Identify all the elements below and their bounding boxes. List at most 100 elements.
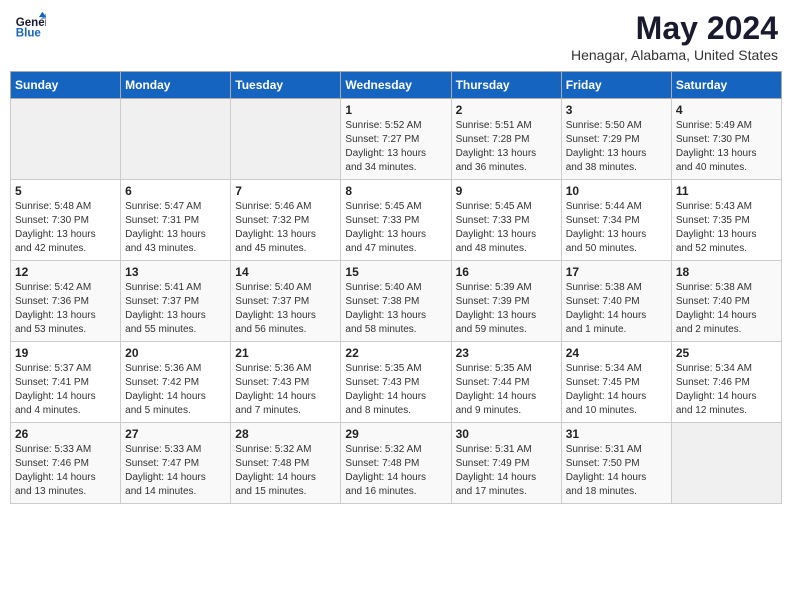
calendar-cell: 14Sunrise: 5:40 AM Sunset: 7:37 PM Dayli…: [231, 261, 341, 342]
day-info: Sunrise: 5:35 AM Sunset: 7:43 PM Dayligh…: [345, 362, 446, 418]
calendar-cell: 30Sunrise: 5:31 AM Sunset: 7:49 PM Dayli…: [451, 423, 561, 504]
calendar-header-row: SundayMondayTuesdayWednesdayThursdayFrid…: [11, 72, 782, 99]
weekday-header: Friday: [561, 72, 671, 99]
title-block: May 2024 Henagar, Alabama, United States: [571, 10, 778, 63]
calendar-cell: 26Sunrise: 5:33 AM Sunset: 7:46 PM Dayli…: [11, 423, 121, 504]
day-number: 23: [456, 346, 557, 360]
day-info: Sunrise: 5:42 AM Sunset: 7:36 PM Dayligh…: [15, 281, 116, 337]
calendar-cell: [11, 99, 121, 180]
calendar-cell: 7 Sunrise: 5:46 AM Sunset: 7:32 PM Daylig…: [231, 180, 341, 261]
day-info: Sunrise: 5:45 AM Sunset: 7:33 PM Dayligh…: [345, 200, 446, 256]
weekday-header: Wednesday: [341, 72, 451, 99]
day-number: 3: [566, 103, 667, 117]
calendar-cell: 16 Sunrise: 5:39 AM Sunset: 7:39 PM Dayli…: [451, 261, 561, 342]
calendar-cell: 11Sunrise: 5:43 AM Sunset: 7:35 PM Dayli…: [671, 180, 781, 261]
weekday-header: Saturday: [671, 72, 781, 99]
calendar-cell: 8 Sunrise: 5:45 AM Sunset: 7:33 PM Daylig…: [341, 180, 451, 261]
day-number: 1: [345, 103, 446, 117]
day-info: Sunrise: 5:49 AM Sunset: 7:30 PM Dayligh…: [676, 119, 777, 175]
day-info: Sunrise: 5:41 AM Sunset: 7:37 PM Dayligh…: [125, 281, 226, 337]
day-info: Sunrise: 5:36 AM Sunset: 7:42 PM Dayligh…: [125, 362, 226, 418]
day-info: Sunrise: 5:48 AM Sunset: 7:30 PM Dayligh…: [15, 200, 116, 256]
day-number: 16: [456, 265, 557, 279]
calendar-week-row: 26Sunrise: 5:33 AM Sunset: 7:46 PM Dayli…: [11, 423, 782, 504]
calendar-cell: 27 Sunrise: 5:33 AM Sunset: 7:47 PM Dayli…: [121, 423, 231, 504]
calendar-cell: 21 Sunrise: 5:36 AM Sunset: 7:43 PM Dayli…: [231, 342, 341, 423]
location: Henagar, Alabama, United States: [571, 47, 778, 63]
calendar-cell: [231, 99, 341, 180]
day-number: 14: [235, 265, 336, 279]
weekday-header: Thursday: [451, 72, 561, 99]
day-info: Sunrise: 5:34 AM Sunset: 7:45 PM Dayligh…: [566, 362, 667, 418]
weekday-header: Tuesday: [231, 72, 341, 99]
day-info: Sunrise: 5:47 AM Sunset: 7:31 PM Dayligh…: [125, 200, 226, 256]
svg-text:Blue: Blue: [16, 28, 42, 40]
day-number: 27: [125, 427, 226, 441]
day-info: Sunrise: 5:32 AM Sunset: 7:48 PM Dayligh…: [235, 443, 336, 499]
day-info: Sunrise: 5:51 AM Sunset: 7:28 PM Dayligh…: [456, 119, 557, 175]
day-number: 22: [345, 346, 446, 360]
day-number: 10: [566, 184, 667, 198]
calendar-cell: 1 Sunrise: 5:52 AM Sunset: 7:27 PM Daylig…: [341, 99, 451, 180]
calendar-week-row: 12 Sunrise: 5:42 AM Sunset: 7:36 PM Dayli…: [11, 261, 782, 342]
calendar-cell: 18Sunrise: 5:38 AM Sunset: 7:40 PM Dayli…: [671, 261, 781, 342]
day-info: Sunrise: 5:34 AM Sunset: 7:46 PM Dayligh…: [676, 362, 777, 418]
calendar-cell: 17Sunrise: 5:38 AM Sunset: 7:40 PM Dayli…: [561, 261, 671, 342]
day-info: Sunrise: 5:37 AM Sunset: 7:41 PM Dayligh…: [15, 362, 116, 418]
calendar-cell: 29 Sunrise: 5:32 AM Sunset: 7:48 PM Dayli…: [341, 423, 451, 504]
day-info: Sunrise: 5:39 AM Sunset: 7:39 PM Dayligh…: [456, 281, 557, 337]
day-number: 29: [345, 427, 446, 441]
calendar-cell: 19Sunrise: 5:37 AM Sunset: 7:41 PM Dayli…: [11, 342, 121, 423]
day-info: Sunrise: 5:36 AM Sunset: 7:43 PM Dayligh…: [235, 362, 336, 418]
day-info: Sunrise: 5:31 AM Sunset: 7:50 PM Dayligh…: [566, 443, 667, 499]
day-info: Sunrise: 5:50 AM Sunset: 7:29 PM Dayligh…: [566, 119, 667, 175]
logo-icon: General Blue: [14, 10, 46, 42]
day-info: Sunrise: 5:32 AM Sunset: 7:48 PM Dayligh…: [345, 443, 446, 499]
day-number: 11: [676, 184, 777, 198]
day-info: Sunrise: 5:38 AM Sunset: 7:40 PM Dayligh…: [566, 281, 667, 337]
day-number: 15: [345, 265, 446, 279]
day-number: 18: [676, 265, 777, 279]
calendar-cell: 13 Sunrise: 5:41 AM Sunset: 7:37 PM Dayli…: [121, 261, 231, 342]
day-info: Sunrise: 5:33 AM Sunset: 7:46 PM Dayligh…: [15, 443, 116, 499]
calendar-cell: 25 Sunrise: 5:34 AM Sunset: 7:46 PM Dayli…: [671, 342, 781, 423]
day-number: 6: [125, 184, 226, 198]
day-number: 21: [235, 346, 336, 360]
month-year: May 2024: [571, 10, 778, 47]
day-info: Sunrise: 5:33 AM Sunset: 7:47 PM Dayligh…: [125, 443, 226, 499]
day-number: 13: [125, 265, 226, 279]
day-number: 7: [235, 184, 336, 198]
calendar-cell: 10 Sunrise: 5:44 AM Sunset: 7:34 PM Dayli…: [561, 180, 671, 261]
day-info: Sunrise: 5:44 AM Sunset: 7:34 PM Dayligh…: [566, 200, 667, 256]
calendar-week-row: 19Sunrise: 5:37 AM Sunset: 7:41 PM Dayli…: [11, 342, 782, 423]
calendar-cell: 20 Sunrise: 5:36 AM Sunset: 7:42 PM Dayli…: [121, 342, 231, 423]
weekday-header: Monday: [121, 72, 231, 99]
day-number: 12: [15, 265, 116, 279]
calendar-week-row: 1 Sunrise: 5:52 AM Sunset: 7:27 PM Daylig…: [11, 99, 782, 180]
day-info: Sunrise: 5:46 AM Sunset: 7:32 PM Dayligh…: [235, 200, 336, 256]
calendar-cell: 9Sunrise: 5:45 AM Sunset: 7:33 PM Daylig…: [451, 180, 561, 261]
calendar-cell: 23Sunrise: 5:35 AM Sunset: 7:44 PM Dayli…: [451, 342, 561, 423]
calendar-cell: 6 Sunrise: 5:47 AM Sunset: 7:31 PM Daylig…: [121, 180, 231, 261]
calendar-cell: 4Sunrise: 5:49 AM Sunset: 7:30 PM Daylig…: [671, 99, 781, 180]
calendar-cell: 15 Sunrise: 5:40 AM Sunset: 7:38 PM Dayli…: [341, 261, 451, 342]
logo: General Blue General Blue: [14, 10, 46, 42]
weekday-header: Sunday: [11, 72, 121, 99]
day-number: 8: [345, 184, 446, 198]
calendar-cell: 24Sunrise: 5:34 AM Sunset: 7:45 PM Dayli…: [561, 342, 671, 423]
calendar-cell: 22 Sunrise: 5:35 AM Sunset: 7:43 PM Dayli…: [341, 342, 451, 423]
calendar-cell: 31 Sunrise: 5:31 AM Sunset: 7:50 PM Dayli…: [561, 423, 671, 504]
day-info: Sunrise: 5:40 AM Sunset: 7:38 PM Dayligh…: [345, 281, 446, 337]
calendar-cell: 28Sunrise: 5:32 AM Sunset: 7:48 PM Dayli…: [231, 423, 341, 504]
day-number: 2: [456, 103, 557, 117]
day-number: 9: [456, 184, 557, 198]
day-number: 5: [15, 184, 116, 198]
day-number: 25: [676, 346, 777, 360]
day-number: 31: [566, 427, 667, 441]
calendar-cell: 2 Sunrise: 5:51 AM Sunset: 7:28 PM Daylig…: [451, 99, 561, 180]
day-info: Sunrise: 5:52 AM Sunset: 7:27 PM Dayligh…: [345, 119, 446, 175]
day-number: 20: [125, 346, 226, 360]
calendar-cell: 3 Sunrise: 5:50 AM Sunset: 7:29 PM Daylig…: [561, 99, 671, 180]
calendar-week-row: 5 Sunrise: 5:48 AM Sunset: 7:30 PM Daylig…: [11, 180, 782, 261]
day-info: Sunrise: 5:31 AM Sunset: 7:49 PM Dayligh…: [456, 443, 557, 499]
